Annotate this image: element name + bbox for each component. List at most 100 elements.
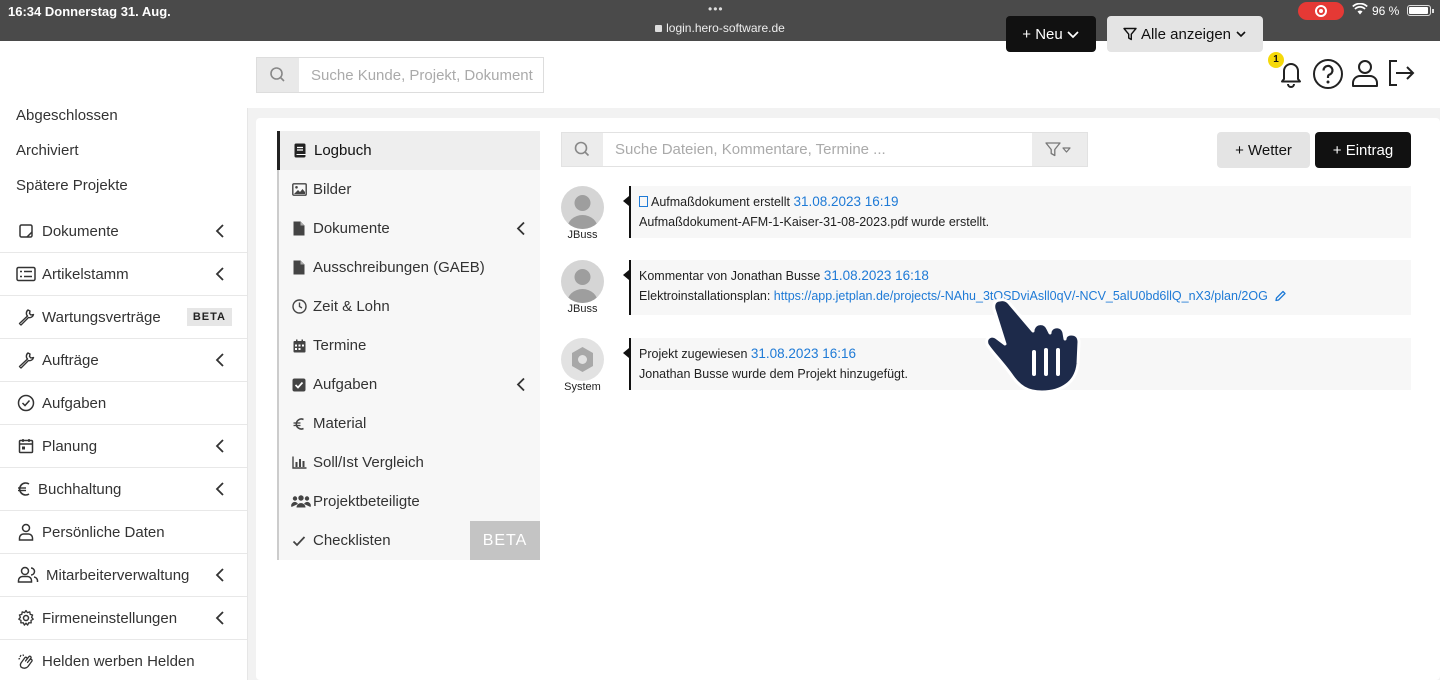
new-button[interactable]: + Neu bbox=[1006, 16, 1096, 52]
sidebar-item-spaetere-projekte[interactable]: Spätere Projekte bbox=[16, 177, 128, 194]
filter-icon bbox=[1045, 142, 1071, 157]
global-search[interactable] bbox=[256, 57, 544, 93]
sidebar-item-label: Artikelstamm bbox=[42, 265, 129, 283]
tab-termine[interactable]: Termine bbox=[277, 326, 540, 365]
list-icon bbox=[16, 265, 36, 283]
url-text: login.hero-software.de bbox=[666, 21, 785, 35]
sidebar-item-aufgaben[interactable]: Aufgaben bbox=[0, 382, 247, 425]
users-icon bbox=[16, 566, 40, 584]
file-icon bbox=[291, 260, 307, 276]
sidebar-item-planung[interactable]: Planung bbox=[0, 425, 247, 468]
check-icon bbox=[291, 533, 307, 549]
battery-percent: 96 % bbox=[1372, 4, 1400, 18]
sidebar-item-archiviert[interactable]: Archiviert bbox=[16, 142, 79, 159]
euro-icon bbox=[16, 480, 32, 498]
tab-dokumente[interactable]: Dokumente bbox=[277, 209, 540, 248]
tab-material[interactable]: Material bbox=[277, 404, 540, 443]
sidebar-item-buchhaltung[interactable]: Buchhaltung bbox=[0, 468, 247, 511]
tab-ausschreibungen[interactable]: Ausschreibungen (GAEB) bbox=[277, 248, 540, 287]
help-icon[interactable] bbox=[1312, 58, 1344, 90]
log-search-input[interactable] bbox=[603, 133, 1033, 166]
add-weather-button[interactable]: + Wetter bbox=[1217, 132, 1310, 168]
logout-icon[interactable] bbox=[1385, 57, 1417, 89]
status-time-date: 16:34 Donnerstag 31. Aug. bbox=[8, 4, 171, 19]
tab-projektbeteiligte[interactable]: Projektbeteiligte bbox=[277, 482, 540, 521]
gear-icon bbox=[16, 609, 36, 627]
wrench-icon bbox=[16, 308, 36, 326]
global-search-input[interactable] bbox=[299, 58, 543, 92]
entry-title: Kommentar von Jonathan Busse bbox=[639, 269, 821, 283]
subnav-label: Projektbeteiligte bbox=[313, 493, 420, 510]
multitask-dots[interactable]: ••• bbox=[708, 2, 724, 16]
subnav-label: Soll/Ist Vergleich bbox=[313, 454, 424, 471]
subnav-label: Logbuch bbox=[314, 142, 372, 159]
subnav-label: Material bbox=[313, 415, 367, 432]
sidebar-item-label: Wartungsverträge bbox=[42, 308, 161, 326]
sidebar-item-abgeschlossen[interactable]: Abgeschlossen bbox=[16, 108, 118, 124]
sidebar-item-helden-werben-helden[interactable]: Helden werben Helden bbox=[0, 640, 247, 680]
tab-soll-ist-vergleich[interactable]: Soll/Ist Vergleich bbox=[277, 443, 540, 482]
search-icon bbox=[257, 58, 299, 92]
entry-timestamp: 31.08.2023 16:18 bbox=[823, 268, 929, 283]
show-all-filter-button[interactable]: Alle anzeigen bbox=[1107, 16, 1263, 52]
calendar-icon bbox=[291, 338, 307, 354]
sidebar-item-label: Mitarbeiterverwaltung bbox=[46, 566, 190, 584]
entry-body: Aufmaßdokument-AFM-1-Kaiser-31-08-2023.p… bbox=[639, 215, 990, 229]
subnav-label: Checklisten bbox=[313, 532, 391, 549]
sidebar-item-auftraege[interactable]: Aufträge bbox=[0, 339, 247, 382]
check-circle-icon bbox=[16, 394, 36, 412]
battery-icon bbox=[1407, 5, 1434, 16]
euro-icon bbox=[291, 416, 307, 432]
clock-icon bbox=[291, 299, 307, 315]
sidebar-item-dokumente[interactable]: Dokumente bbox=[0, 210, 247, 253]
bar-chart-icon bbox=[291, 455, 307, 471]
edit-pencil-icon[interactable] bbox=[1274, 290, 1288, 302]
entry-body-prefix: Elektroinstallationsplan: bbox=[639, 289, 774, 303]
chevron-left-icon bbox=[215, 439, 224, 453]
author-label: JBuss bbox=[567, 229, 598, 241]
sidebar-item-firmeneinstellungen[interactable]: Firmeneinstellungen bbox=[0, 597, 247, 640]
main-sidebar: Abgeschlossen Archiviert Spätere Projekt… bbox=[0, 108, 248, 680]
chevron-left-icon bbox=[215, 224, 224, 238]
sidebar-item-label: Planung bbox=[42, 437, 98, 455]
search-icon bbox=[562, 133, 603, 166]
chevron-left-icon bbox=[215, 568, 224, 582]
chevron-left-icon bbox=[516, 377, 525, 392]
tab-checklisten[interactable]: Checklisten BETA bbox=[277, 521, 540, 560]
sidebar-item-persoenliche-daten[interactable]: Persönliche Daten bbox=[0, 511, 247, 554]
entry-timestamp: 31.08.2023 16:19 bbox=[793, 194, 899, 209]
avatar bbox=[561, 186, 604, 229]
log-entry: Aufmaßdokument erstellt 31.08.2023 16:19… bbox=[623, 186, 1411, 238]
chevron-left-icon bbox=[215, 611, 224, 625]
chevron-down-icon bbox=[1067, 31, 1079, 39]
subnav-label: Zeit & Lohn bbox=[313, 298, 390, 315]
wrench-icon bbox=[16, 351, 36, 369]
chevron-left-icon bbox=[215, 267, 224, 281]
add-entry-button[interactable]: + Eintrag bbox=[1315, 132, 1411, 168]
sidebar-item-wartungsvertraege[interactable]: Wartungsverträge BETA bbox=[0, 296, 247, 339]
touch-pointer-hand-icon bbox=[985, 298, 1081, 394]
sidebar-item-label: Dokumente bbox=[42, 222, 119, 240]
entry-timestamp: 31.08.2023 16:16 bbox=[750, 346, 856, 361]
pdf-file-icon[interactable] bbox=[639, 196, 648, 207]
book-icon bbox=[292, 143, 308, 159]
lock-icon bbox=[655, 25, 663, 32]
tab-zeit-lohn[interactable]: Zeit & Lohn bbox=[277, 287, 540, 326]
document-icon bbox=[16, 222, 36, 240]
tab-logbuch[interactable]: Logbuch bbox=[277, 131, 540, 170]
beta-badge: BETA bbox=[186, 308, 232, 326]
checkbox-icon bbox=[291, 377, 307, 393]
system-avatar bbox=[561, 338, 604, 381]
beta-badge: BETA bbox=[470, 521, 540, 560]
sidebar-item-mitarbeiterverwaltung[interactable]: Mitarbeiterverwaltung bbox=[0, 554, 247, 597]
sidebar-item-label: Buchhaltung bbox=[38, 480, 122, 498]
author-label: System bbox=[564, 381, 601, 393]
subnav-label: Dokumente bbox=[313, 220, 390, 237]
log-search[interactable] bbox=[561, 132, 1088, 167]
tab-bilder[interactable]: Bilder bbox=[277, 170, 540, 209]
sidebar-item-artikelstamm[interactable]: Artikelstamm bbox=[0, 253, 247, 296]
notification-badge: 1 bbox=[1268, 52, 1284, 68]
tab-aufgaben[interactable]: Aufgaben bbox=[277, 365, 540, 404]
user-profile-icon[interactable] bbox=[1349, 57, 1381, 89]
log-filter-button[interactable] bbox=[1032, 133, 1087, 166]
